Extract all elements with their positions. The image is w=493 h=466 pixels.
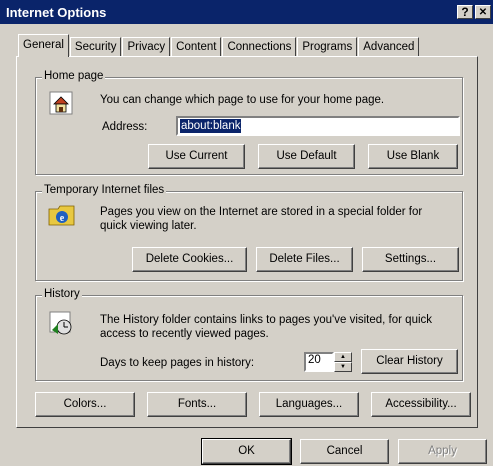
days-spinner[interactable]: ▲ ▼ [334,352,352,372]
languages-button[interactable]: Languages... [259,392,359,417]
temp-files-folder-icon: e [48,205,75,226]
address-input[interactable]: about:blank [176,116,460,136]
cancel-button[interactable]: Cancel [300,439,389,464]
use-default-button[interactable]: Use Default [258,144,355,169]
home-page-icon [49,91,73,115]
days-input[interactable]: 20 [304,352,334,372]
temp-files-legend: Temporary Internet files [42,184,167,196]
title-bar: Internet Options ? ✕ [0,0,493,24]
delete-files-button[interactable]: Delete Files... [256,247,353,272]
home-page-group: Home page You can change which page to u… [35,70,463,175]
help-button[interactable]: ? [457,5,473,19]
spinner-down-icon[interactable]: ▼ [334,362,352,372]
general-panel: Home page You can change which page to u… [16,56,478,428]
ok-button[interactable]: OK [201,438,292,465]
tab-general[interactable]: General [18,34,69,57]
address-value: about:blank [180,119,242,133]
days-label: Days to keep pages in history: [100,357,255,369]
settings-button[interactable]: Settings... [362,247,459,272]
address-label: Address: [102,121,148,133]
history-icon [49,311,72,335]
home-page-legend: Home page [42,70,106,82]
tab-programs[interactable]: Programs [297,37,358,56]
close-button[interactable]: ✕ [475,5,491,19]
history-legend: History [42,288,82,300]
delete-cookies-button[interactable]: Delete Cookies... [132,247,247,272]
temp-files-description-line1: Pages you view on the Internet are store… [100,206,423,218]
tab-privacy[interactable]: Privacy [122,37,171,56]
use-current-button[interactable]: Use Current [148,144,245,169]
apply-button[interactable]: Apply [398,439,487,464]
days-value: 20 [308,354,321,366]
use-blank-button[interactable]: Use Blank [368,144,458,169]
temp-files-group: Temporary Internet files e Pages you vie… [35,184,463,281]
history-description-line2: access to recently viewed pages. [100,328,269,340]
temp-files-description-line2: quick viewing later. [100,220,197,232]
spinner-up-icon[interactable]: ▲ [334,352,352,362]
history-group: History The History folder contains link… [35,288,463,381]
colors-button[interactable]: Colors... [35,392,135,417]
fonts-button[interactable]: Fonts... [147,392,247,417]
tab-content[interactable]: Content [171,37,222,56]
tab-advanced[interactable]: Advanced [358,37,420,56]
clear-history-button[interactable]: Clear History [361,349,458,374]
window-title: Internet Options [6,4,107,20]
svg-text:e: e [60,213,65,224]
tab-connections[interactable]: Connections [222,37,297,56]
home-page-description: You can change which page to use for you… [100,94,385,106]
accessibility-button[interactable]: Accessibility... [371,392,471,417]
tab-security[interactable]: Security [69,37,122,56]
tab-strip: General Security Privacy Content Connect… [18,34,420,57]
history-description-line1: The History folder contains links to pag… [100,314,433,326]
